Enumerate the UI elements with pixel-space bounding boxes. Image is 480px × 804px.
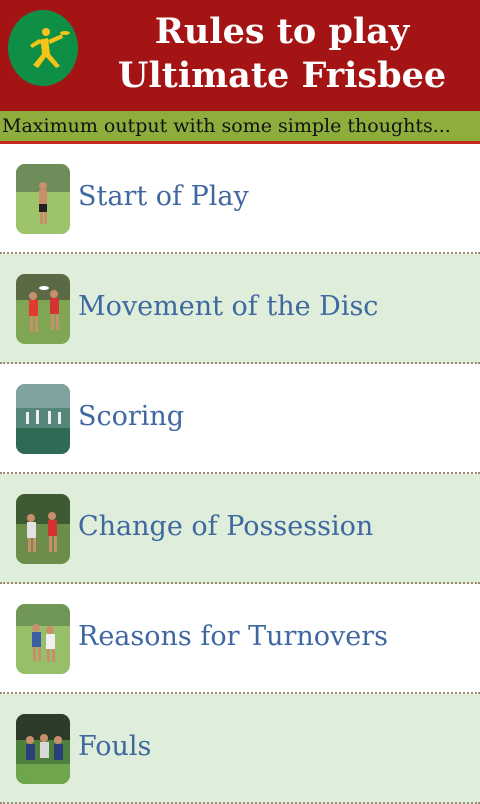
page-title: Rules to play Ultimate Frisbee — [117, 11, 447, 96]
app-header: Rules to play Ultimate Frisbee — [0, 0, 480, 111]
menu-item-fouls[interactable]: Fouls — [0, 694, 480, 804]
menu-item-start-of-play[interactable]: Start of Play — [0, 144, 480, 254]
menu-item-reasons-for-turnovers[interactable]: Reasons for Turnovers — [0, 584, 480, 694]
menu-item-label: Fouls — [78, 731, 152, 762]
reasons-for-turnovers-photo — [16, 604, 70, 674]
tagline-text: Maximum output with some simple thoughts… — [2, 115, 451, 137]
menu-item-change-of-possession[interactable]: Change of Possession — [0, 474, 480, 584]
menu-item-movement-of-the-disc[interactable]: Movement of the Disc — [0, 254, 480, 364]
change-of-possession-photo — [16, 494, 70, 564]
movement-of-disc-photo — [16, 274, 70, 344]
scoring-photo — [16, 384, 70, 454]
frisbee-player-icon — [8, 10, 78, 86]
fouls-photo — [16, 714, 70, 784]
menu-item-label: Change of Possession — [78, 511, 374, 542]
menu-item-label: Reasons for Turnovers — [78, 621, 389, 652]
tagline-bar: Maximum output with some simple thoughts… — [0, 111, 480, 144]
menu-item-label: Movement of the Disc — [78, 291, 379, 322]
rules-menu-list: Start of Play Movement of the Disc Scori… — [0, 144, 480, 804]
menu-item-label: Start of Play — [78, 181, 249, 212]
menu-item-scoring[interactable]: Scoring — [0, 364, 480, 474]
menu-item-label: Scoring — [78, 401, 185, 432]
start-of-play-photo — [16, 164, 70, 234]
